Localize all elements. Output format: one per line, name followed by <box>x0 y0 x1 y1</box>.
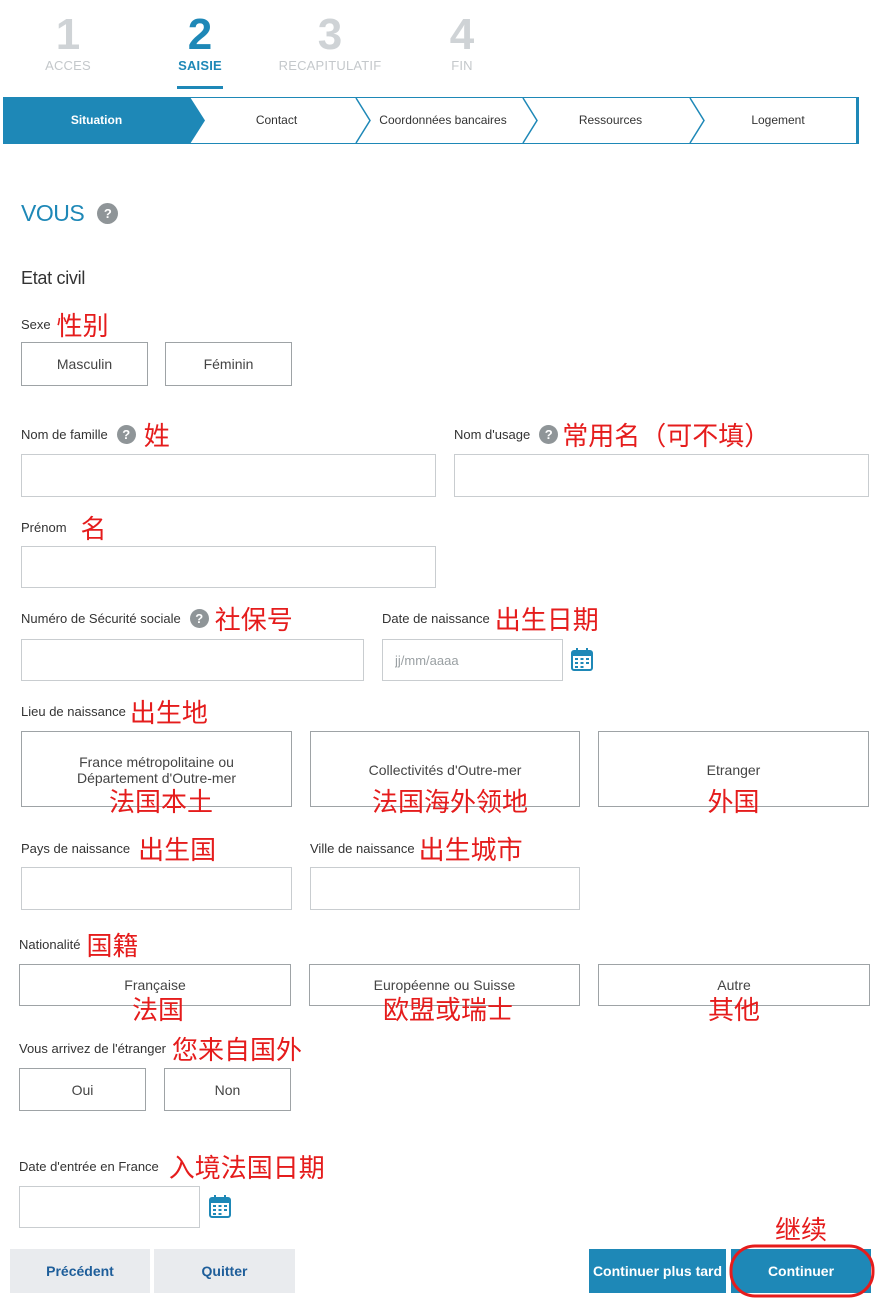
page-title: VOUS ? <box>21 200 119 227</box>
step-label: SAISIE <box>178 58 222 73</box>
arrivee-etranger-label: Vous arrivez de l'étranger 您来自国外 <box>19 1030 302 1067</box>
tab-ressources[interactable]: Ressources <box>538 97 683 144</box>
active-step-underline <box>177 86 223 89</box>
secu-label-text: Numéro de Sécurité sociale <box>21 611 181 626</box>
pays-naissance-annotation: 出生国 <box>138 836 217 866</box>
step-number: 1 <box>55 10 81 59</box>
date-entree-input[interactable] <box>20 1187 199 1227</box>
pays-naissance-label-text: Pays de naissance <box>21 841 131 856</box>
nom-usage-annotation: 常用名（可不填） <box>562 422 771 452</box>
prenom-label: Prénom 名 <box>21 509 107 546</box>
step-fin: 4 FIN <box>407 10 517 74</box>
page-title-text: VOUS <box>21 200 85 226</box>
nationalite-autre-annotation: 其他 <box>707 996 760 1026</box>
nom-usage-label-text: Nom d'usage <box>454 427 531 442</box>
help-icon[interactable]: ? <box>539 425 559 444</box>
continuer-highlight-circle <box>729 1244 875 1298</box>
step-label: FIN <box>451 58 473 73</box>
section-tabbar: Situation Contact Coordonnées bancaires … <box>3 97 859 144</box>
ville-naissance-label: Ville de naissance 出生城市 <box>310 830 523 867</box>
option-label: Collectivités d'Outre-mer <box>368 762 522 778</box>
ville-naissance-input[interactable] <box>311 868 579 909</box>
date-naissance-field[interactable] <box>382 639 563 681</box>
sexe-feminin-button[interactable]: Féminin <box>165 342 292 386</box>
nom-usage-label: Nom d'usage ? 常用名（可不填） <box>454 416 770 453</box>
step-acces: 1 ACCES <box>13 10 123 74</box>
step-saisie: 2 SAISIE <box>145 10 255 74</box>
sexe-label: Sexe 性别 <box>21 306 109 343</box>
date-naissance-annotation: 出生日期 <box>494 606 599 636</box>
lieu-naissance-annotation: 出生地 <box>129 699 208 729</box>
secu-label: Numéro de Sécurité sociale ? 社保号 <box>21 600 293 637</box>
continuer-plus-tard-button[interactable]: Continuer plus tard <box>589 1249 726 1293</box>
pays-naissance-label: Pays de naissance 出生国 <box>21 830 216 867</box>
help-icon[interactable]: ? <box>189 609 209 628</box>
step-label: ACCES <box>45 58 91 73</box>
ville-naissance-field[interactable] <box>310 867 580 910</box>
date-entree-label-text: Date d'entrée en France <box>19 1159 159 1174</box>
nom-usage-input[interactable] <box>455 455 868 496</box>
arrivee-etranger-annotation: 您来自国外 <box>172 1036 303 1066</box>
nom-usage-field[interactable] <box>454 454 869 497</box>
nationalite-label-text: Nationalité <box>19 937 81 952</box>
date-entree-field[interactable] <box>19 1186 200 1228</box>
nom-famille-annotation: 姓 <box>143 422 170 452</box>
continuer-annotation: 继续 <box>774 1216 827 1246</box>
ville-naissance-label-text: Ville de naissance <box>310 841 415 856</box>
sexe-masculin-button[interactable]: Masculin <box>21 342 148 386</box>
calendar-icon[interactable] <box>209 1194 231 1218</box>
secu-annotation: 社保号 <box>214 606 293 636</box>
nom-famille-label-text: Nom de famille <box>21 427 108 442</box>
section-title: Etat civil <box>21 268 86 288</box>
arrivee-etranger-label-text: Vous arrivez de l'étranger <box>19 1041 167 1056</box>
quitter-button[interactable]: Quitter <box>154 1249 295 1293</box>
nom-famille-field[interactable] <box>21 454 436 497</box>
lieu-etranger-annotation: 外国 <box>707 788 760 818</box>
sexe-annotation: 性别 <box>56 312 109 342</box>
tab-contact[interactable]: Contact <box>203 97 350 144</box>
precedent-button[interactable]: Précédent <box>10 1249 150 1293</box>
nationalite-francaise-annotation: 法国 <box>131 996 184 1026</box>
date-entree-annotation: 入境法国日期 <box>168 1154 325 1184</box>
sexe-label-text: Sexe <box>21 317 51 332</box>
calendar-icon[interactable] <box>571 647 593 671</box>
step-recapitulatif: 3 RECAPITULATIF <box>275 10 385 74</box>
option-label: Etranger <box>706 762 761 778</box>
step-number: 4 <box>449 10 475 59</box>
pays-naissance-field[interactable] <box>21 867 292 910</box>
prenom-label-text: Prénom <box>21 520 67 535</box>
date-naissance-label: Date de naissance 出生日期 <box>382 600 599 637</box>
step-number: 2 <box>187 10 213 59</box>
tab-logement[interactable]: Logement <box>703 97 853 144</box>
help-icon[interactable]: ? <box>116 425 136 444</box>
prenom-input[interactable] <box>22 547 435 587</box>
arrivee-oui-button[interactable]: Oui <box>19 1068 146 1111</box>
help-icon[interactable]: ? <box>97 203 119 224</box>
lieu-naissance-label-text: Lieu de naissance <box>21 704 126 719</box>
arrivee-non-button[interactable]: Non <box>164 1068 291 1111</box>
nom-famille-input[interactable] <box>22 455 435 496</box>
nationalite-europeenne-annotation: 欧盟或瑞士 <box>382 996 513 1026</box>
nationalite-label: Nationalité 国籍 <box>19 926 138 963</box>
step-label: RECAPITULATIF <box>278 58 382 73</box>
nom-famille-label: Nom de famille ? 姓 <box>21 416 170 453</box>
secu-input[interactable] <box>22 640 363 680</box>
tab-situation[interactable]: Situation <box>3 97 190 144</box>
date-naissance-input[interactable] <box>383 640 562 680</box>
pays-naissance-input[interactable] <box>22 868 291 909</box>
date-naissance-label-text: Date de naissance <box>382 611 490 626</box>
prenom-field[interactable] <box>21 546 436 588</box>
tab-coordonnees-bancaires[interactable]: Coordonnées bancaires <box>378 97 508 144</box>
nationalite-annotation: 国籍 <box>86 932 139 962</box>
prenom-annotation: 名 <box>80 515 107 545</box>
step-number: 3 <box>317 10 343 59</box>
date-entree-label: Date d'entrée en France 入境法国日期 <box>19 1148 325 1185</box>
lieu-naissance-label: Lieu de naissance 出生地 <box>21 693 208 730</box>
lieu-outre-mer-annotation: 法国海外领地 <box>371 788 528 818</box>
ville-naissance-annotation: 出生城市 <box>418 836 523 866</box>
lieu-france-annotation: 法国本土 <box>108 788 213 818</box>
secu-field[interactable] <box>21 639 364 681</box>
